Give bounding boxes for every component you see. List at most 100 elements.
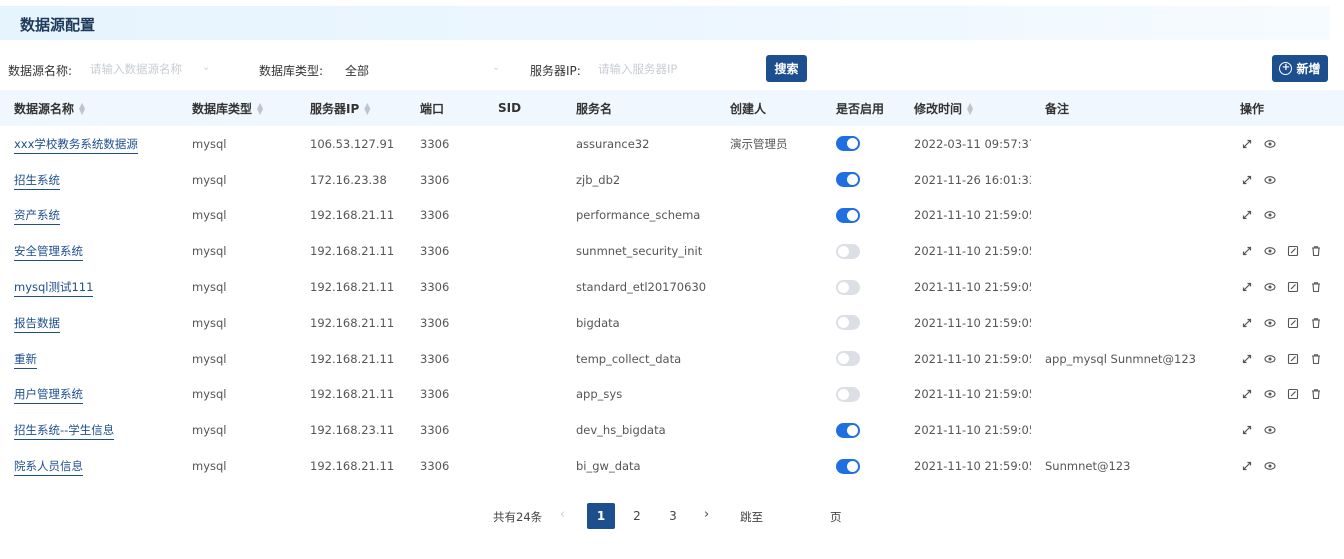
eye-icon[interactable]	[1263, 352, 1276, 365]
chevron-left-icon[interactable]: ‹	[560, 507, 565, 522]
col-dbtype[interactable]: 数据库类型 ▲ ▼	[178, 90, 296, 126]
datasource-name-link[interactable]: 报告数据	[14, 315, 60, 333]
datasource-name-link[interactable]: 院系人员信息	[14, 459, 83, 477]
datasource-name-link[interactable]: xxx学校教务系统数据源	[14, 136, 138, 154]
table-row: 招生系统 mysql 172.16.23.38 3306 zjb_db2 2021-11-…	[0, 162, 1344, 198]
link-icon[interactable]	[1240, 245, 1253, 258]
edit-icon[interactable]	[1286, 316, 1299, 329]
link-icon[interactable]	[1240, 316, 1253, 329]
add-button[interactable]: + 新增	[1272, 55, 1328, 82]
sort-icon[interactable]: ▲ ▼	[967, 102, 973, 116]
row-modified-cell: 2021-11-10 21:59:05	[914, 208, 1031, 223]
row-service-cell: sunmnet_security_init	[576, 244, 703, 259]
sort-icon[interactable]: ▲ ▼	[364, 102, 370, 116]
enabled-toggle[interactable]	[836, 136, 860, 152]
col-actions: 操作	[1240, 101, 1265, 116]
row-name-cell[interactable]: 招生系统--学生信息	[0, 412, 178, 448]
edit-icon[interactable]	[1286, 352, 1299, 365]
row-name-cell[interactable]: 招生系统	[0, 162, 178, 198]
row-name-cell[interactable]: 报告数据	[0, 305, 178, 341]
enabled-toggle[interactable]	[836, 422, 860, 438]
row-name-cell[interactable]: mysql测试111	[0, 269, 178, 305]
col-modified[interactable]: 修改时间 ▲ ▼	[900, 90, 1031, 126]
page-button-1[interactable]: 1	[587, 503, 615, 529]
link-icon[interactable]	[1240, 388, 1253, 401]
enabled-toggle[interactable]	[836, 351, 860, 367]
eye-icon[interactable]	[1263, 316, 1276, 329]
sort-icon[interactable]: ▲ ▼	[257, 102, 263, 116]
link-icon[interactable]	[1240, 281, 1253, 294]
datasource-name-link[interactable]: 用户管理系统	[14, 387, 83, 405]
trash-icon[interactable]	[1309, 245, 1322, 258]
eye-icon[interactable]	[1263, 209, 1276, 222]
chevron-down-icon[interactable]: ⌄	[492, 62, 500, 73]
ip-filter-input[interactable]	[598, 56, 718, 82]
row-dbtype-cell: mysql	[192, 244, 227, 259]
col-enabled: 是否启用	[836, 101, 885, 116]
col-ip[interactable]: 服务器IP ▲ ▼	[296, 90, 406, 126]
enabled-toggle[interactable]	[836, 386, 860, 402]
table-row: 安全管理系统 mysql 192.168.21.11 3306 sunmnet_secu…	[0, 233, 1344, 269]
eye-icon[interactable]	[1263, 173, 1276, 186]
row-port-cell: 3306	[420, 208, 450, 223]
chevron-right-icon[interactable]: ›	[704, 507, 709, 522]
dbtype-select[interactable]: 全部	[345, 62, 369, 79]
link-icon[interactable]	[1240, 460, 1253, 473]
sort-icon[interactable]: ▲ ▼	[79, 102, 85, 116]
table-body: xxx学校教务系统数据源 mysql 106.53.127.91 3306 assura…	[0, 126, 1344, 484]
eye-icon[interactable]	[1263, 424, 1276, 437]
row-name-cell[interactable]: 用户管理系统	[0, 377, 178, 413]
toggle-knob	[847, 209, 858, 221]
datasource-name-link[interactable]: 招生系统	[14, 172, 60, 190]
eye-icon[interactable]	[1263, 460, 1276, 473]
row-name-cell[interactable]: 资产系统	[0, 198, 178, 234]
jump-page-input[interactable]	[774, 504, 820, 528]
link-icon[interactable]	[1240, 137, 1253, 150]
link-icon[interactable]	[1240, 209, 1253, 222]
datasource-name-link[interactable]: 重新	[14, 351, 37, 369]
page-button-2[interactable]: 2	[623, 503, 651, 529]
row-service-cell: performance_schema	[576, 208, 701, 223]
row-actions	[1240, 316, 1344, 329]
trash-icon[interactable]	[1309, 388, 1322, 401]
edit-icon[interactable]	[1286, 281, 1299, 294]
enabled-toggle[interactable]	[836, 243, 860, 259]
enabled-toggle[interactable]	[836, 458, 860, 474]
datasource-name-link[interactable]: 安全管理系统	[14, 244, 83, 262]
edit-icon[interactable]	[1286, 388, 1299, 401]
row-actions-cell	[1226, 269, 1344, 305]
row-sid-cell	[484, 305, 562, 341]
enabled-toggle[interactable]	[836, 172, 860, 188]
trash-icon[interactable]	[1309, 281, 1322, 294]
datasource-name-link[interactable]: 招生系统--学生信息	[14, 423, 115, 441]
eye-icon[interactable]	[1263, 137, 1276, 150]
enabled-toggle[interactable]	[836, 315, 860, 331]
name-filter-input[interactable]	[90, 56, 200, 82]
col-name[interactable]: 数据源名称 ▲ ▼	[0, 90, 178, 126]
eye-icon[interactable]	[1263, 281, 1276, 294]
edit-icon[interactable]	[1286, 245, 1299, 258]
row-ip-cell: 192.168.21.11	[310, 208, 395, 223]
eye-icon[interactable]	[1263, 388, 1276, 401]
link-icon[interactable]	[1240, 173, 1253, 186]
page-button-3[interactable]: 3	[659, 503, 687, 529]
enabled-toggle[interactable]	[836, 279, 860, 295]
trash-icon[interactable]	[1309, 316, 1322, 329]
search-button[interactable]: 搜索	[766, 55, 807, 82]
datasource-name-link[interactable]: 资产系统	[14, 208, 60, 226]
row-name-cell[interactable]: 安全管理系统	[0, 233, 178, 269]
link-icon[interactable]	[1240, 424, 1253, 437]
row-modified-cell: 2021-11-10 21:59:05	[914, 315, 1031, 330]
row-name-cell[interactable]: 重新	[0, 341, 178, 377]
row-name-cell[interactable]: xxx学校教务系统数据源	[0, 126, 178, 162]
row-enabled-cell	[822, 412, 900, 448]
datasource-name-link[interactable]: mysql测试111	[14, 280, 94, 298]
enabled-toggle[interactable]	[836, 207, 860, 223]
trash-icon[interactable]	[1309, 352, 1322, 365]
table-row: mysql测试111 mysql 192.168.21.11 3306 standard…	[0, 269, 1344, 305]
toggle-knob	[847, 138, 858, 150]
eye-icon[interactable]	[1263, 245, 1276, 258]
link-icon[interactable]	[1240, 352, 1253, 365]
row-name-cell[interactable]: 院系人员信息	[0, 448, 178, 484]
row-actions-cell	[1226, 233, 1344, 269]
